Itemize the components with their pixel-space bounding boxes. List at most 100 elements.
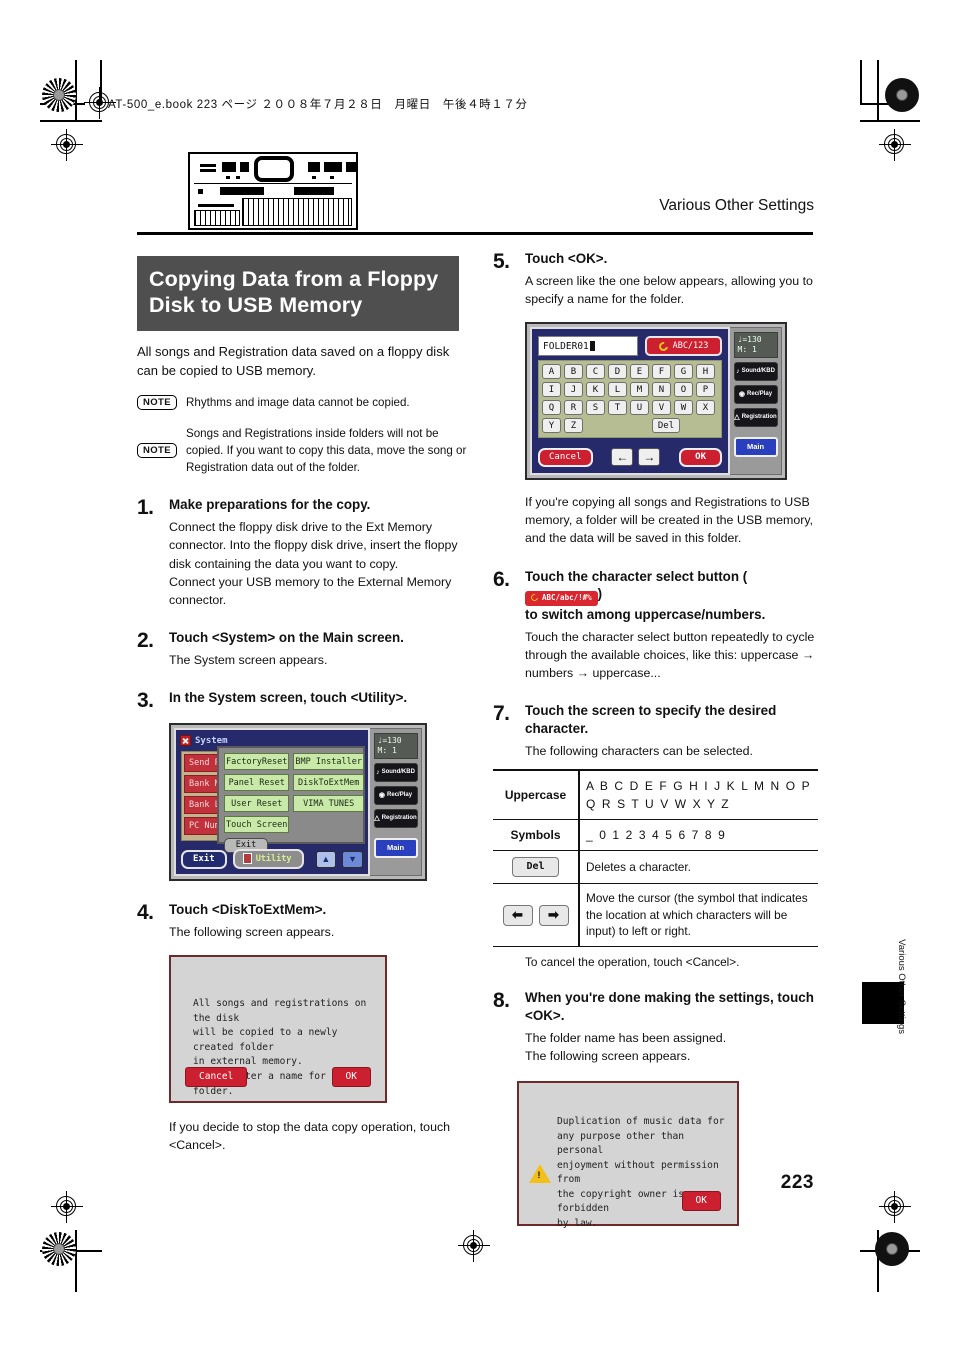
scroll-down-button[interactable]: ▼ [342,850,363,868]
copyright-line-5: by law. [557,1218,598,1230]
keyboard-screen-side-panel: ♩=130 M: 1 ♪ Sound/KBD ◉ Rec/Play △ Registr… [730,327,782,476]
copyright-line-3: enjoyment without permission from [557,1159,719,1186]
registration-mark-bottom-left [51,1191,83,1223]
key-o[interactable]: O [674,382,693,398]
rec-play-label: Rec/Play [387,792,413,799]
table-value-symbols: _ 0 1 2 3 4 5 6 7 8 9 [579,819,818,851]
utility-button-bmp-installer[interactable]: BMP Installer [293,753,364,771]
arrow-right-icon[interactable]: ➡ [538,904,569,926]
key-e[interactable]: E [630,364,649,380]
crop-mark-top-right-v [877,60,879,122]
key-m[interactable]: M [630,382,649,398]
del-key-icon[interactable]: Del [512,856,559,877]
cursor-left-button[interactable]: ← [611,448,634,467]
key-z[interactable]: Z [564,418,583,434]
ok-button[interactable]: OK [679,447,723,467]
step-number: 1. [137,496,154,520]
organ-illustration [188,152,358,230]
main-button[interactable]: Main [373,837,418,858]
copy-dialog-cancel-button[interactable]: Cancel [185,1067,248,1088]
key-r[interactable]: R [564,400,583,416]
key-i[interactable]: I [542,382,561,398]
delete-key[interactable]: Del [652,418,680,434]
key-w[interactable]: W [674,400,693,416]
book-header-line: AT-500_e.book 223 ページ ２００８年７月２８日 月曜日 午後４… [108,99,528,111]
sound-kbd-button[interactable]: ♪ Sound/KBD [373,762,418,782]
cancel-button[interactable]: Cancel [538,447,593,467]
tempo-display: ♩=130 M: 1 [373,733,418,759]
measure-value: M: 1 [377,745,397,755]
key-h[interactable]: H [696,364,715,380]
step-3: 3. In the System screen, touch <Utility>… [137,689,469,711]
utility-button-panel-reset[interactable]: Panel Reset [224,774,290,792]
rec-play-button[interactable]: ◉ Rec/Play [733,384,778,404]
utility-button-disk-to-ext-mem[interactable]: DiskToExtMem [293,774,364,792]
key-f[interactable]: F [652,364,671,380]
key-g[interactable]: G [674,364,693,380]
character-select-button[interactable]: ABC/123 [645,336,722,357]
step-6-head-before: Touch the character select button ( [525,568,748,584]
main-button[interactable]: Main [733,436,778,457]
key-a[interactable]: A [542,364,561,380]
exit-button[interactable]: Exit [181,849,227,869]
copyright-line-2: any purpose other than personal [557,1130,685,1157]
note-block-2: NOTE Songs and Registrations inside fold… [137,425,469,476]
key-s[interactable]: S [586,400,605,416]
key-j[interactable]: J [564,382,583,398]
close-icon[interactable] [180,735,191,747]
registration-label: Registration [381,815,417,822]
key-n[interactable]: N [652,382,671,398]
sound-kbd-button[interactable]: ♪ Sound/KBD [733,361,778,381]
table-row: ⬅ ➡ Move the cursor (the symbol that indi… [493,883,818,948]
crop-mark-bottom-left-v [75,1230,77,1292]
key-k[interactable]: K [586,382,605,398]
copy-dialog-line-2: will be copied to a newly created folder [193,1027,338,1053]
cursor-right-button[interactable]: → [638,448,661,467]
key-t[interactable]: T [608,400,627,416]
utility-button-user-reset[interactable]: User Reset [224,795,290,813]
crop-mark-top-left-h [40,120,102,122]
step-1: 1. Make preparations for the copy. Conne… [137,496,469,609]
key-p[interactable]: P [696,382,715,398]
utility-popup: FactoryReset BMP Installer Panel Reset D… [217,746,365,854]
section-title-line-2: Disk to USB Memory [149,293,363,318]
inline-character-select-button[interactable]: ABC/abc/!#% [525,590,598,606]
density-mark-top-right [885,78,919,112]
step-number: 8. [493,989,510,1013]
keyboard-row-4: Y Z Del [542,418,718,434]
tempo-value: ♩=130 [737,335,762,345]
note-text: Rhythms and image data cannot be copied. [186,396,410,410]
key-x[interactable]: X [696,400,715,416]
key-q[interactable]: Q [542,400,561,416]
note-block-1: NOTE Rhythms and image data cannot be co… [137,394,469,411]
key-c[interactable]: C [586,364,605,380]
step-6: 6. Touch the character select button (AB… [493,568,818,683]
copy-dialog-ok-button[interactable]: OK [331,1067,371,1088]
step-7: 7. Touch the screen to specify the desir… [493,702,818,760]
scroll-up-button[interactable]: ▲ [315,850,337,868]
key-d[interactable]: D [608,364,627,380]
step-heading: When you're done making the settings, to… [525,990,814,1023]
key-l[interactable]: L [608,382,627,398]
key-u[interactable]: U [630,400,649,416]
table-row: Uppercase A B C D E F G H I J K L M N O … [493,768,818,820]
utility-button-vima-tunes[interactable]: VIMA TUNES [293,795,364,813]
key-y[interactable]: Y [542,418,561,434]
utility-button-factory-reset[interactable]: FactoryReset [224,753,290,771]
cycle-icon [529,593,540,603]
utility-button[interactable]: Utility [232,849,304,870]
registration-button[interactable]: △ Registration [733,407,778,427]
arrow-left-icon[interactable]: ⬅ [502,904,533,926]
copyright-dialog-ok-button[interactable]: OK [681,1190,721,1211]
key-b[interactable]: B [564,364,583,380]
registration-icon: △ [734,414,740,422]
rec-play-label: Rec/Play [747,391,773,398]
keyboard-row-2: I J K L M N O P [542,382,718,398]
system-screen-side-panel: ♩=130 M: 1 ♪ Sound/KBD ◉ Rec/Play △ Registr… [370,728,422,877]
utility-button-touch-screen[interactable]: Touch Screen [224,816,290,834]
registration-button[interactable]: △ Registration [373,808,418,828]
rec-play-button[interactable]: ◉ Rec/Play [373,785,418,805]
density-mark-bottom-left [42,1232,76,1266]
folder-name-input[interactable]: FOLDER01 [538,336,638,357]
key-v[interactable]: V [652,400,671,416]
